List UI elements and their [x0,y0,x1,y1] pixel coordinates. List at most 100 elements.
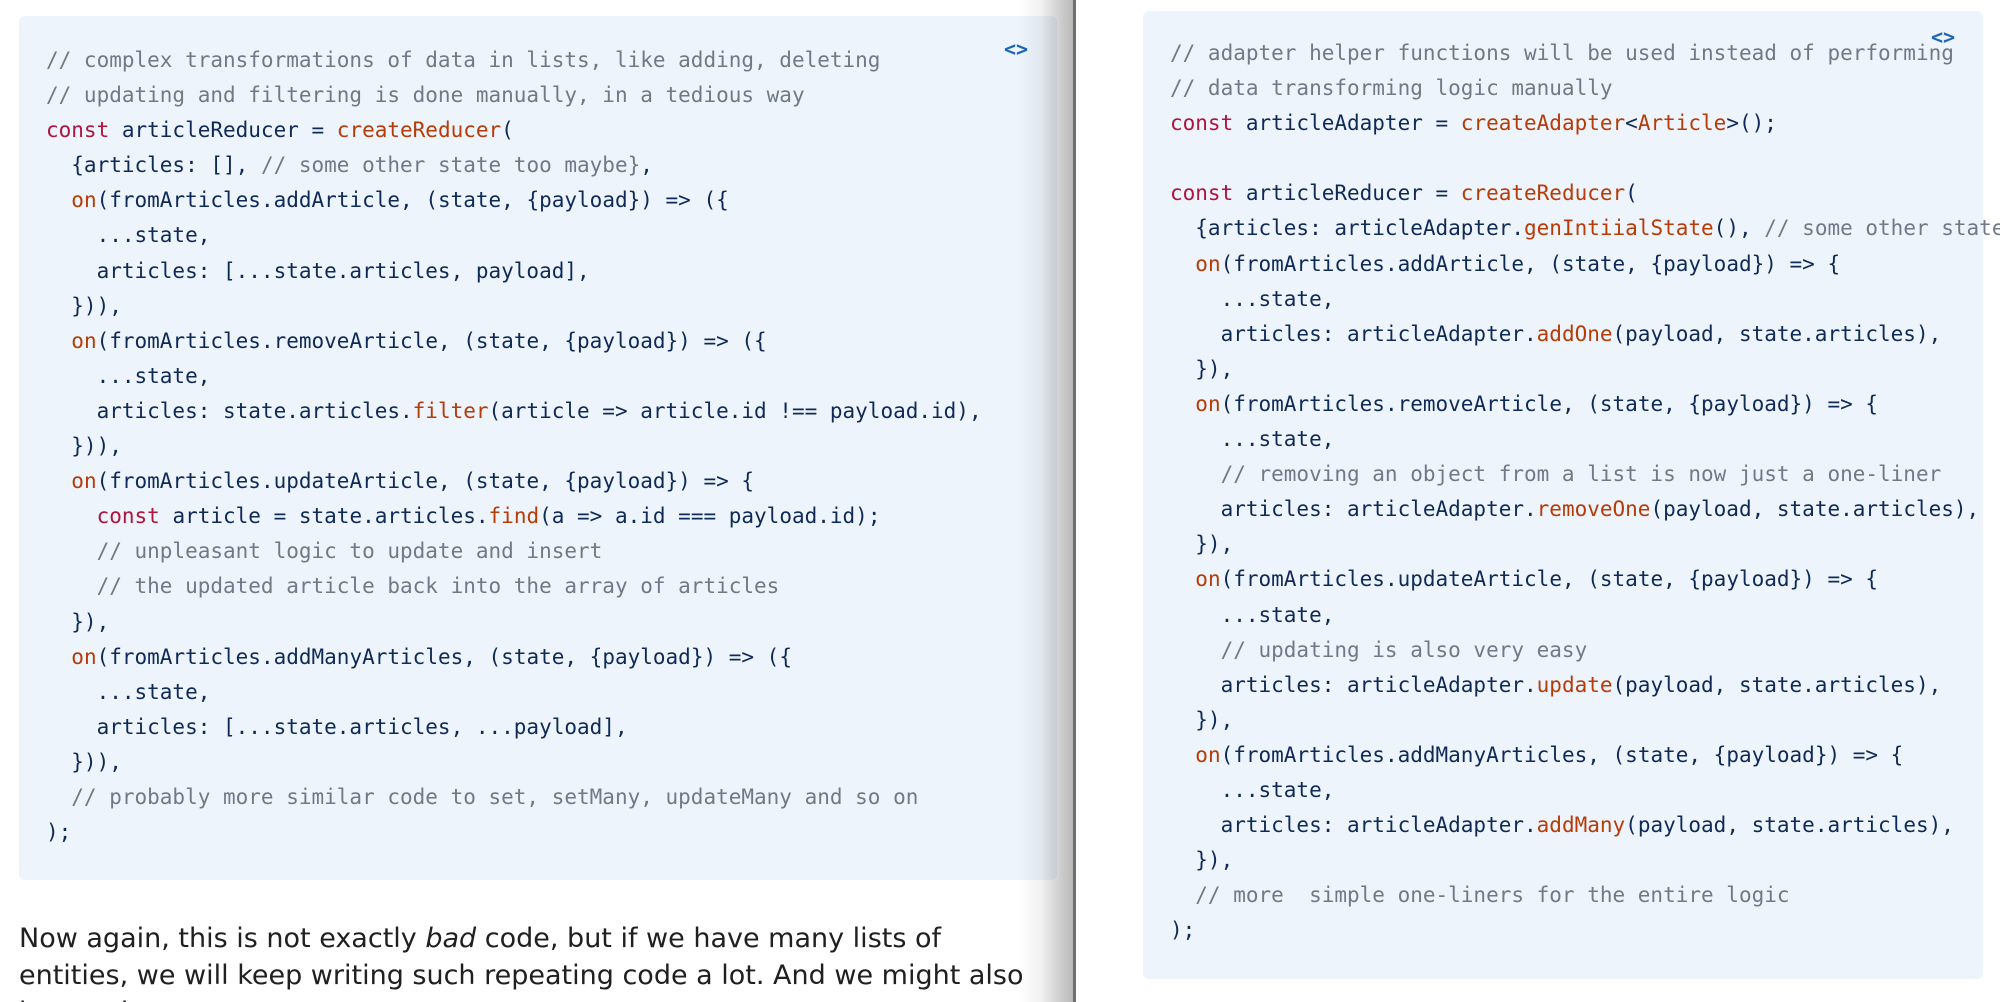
code-token: ); [46,820,72,845]
code-token: (payload, state.articles), [1612,321,1942,346]
code-line: on(fromArticles.updateArticle, (state, {… [1170,562,2000,597]
code-line: ...state, [1170,422,2000,457]
code-token: < [1625,111,1638,136]
code-line: ...state, [46,359,982,394]
code-token: // updating and filtering is done manual… [46,83,805,108]
code-token: (payload, state.articles), [1612,672,1942,697]
code-token: articles: [...state.articles, payload], [46,258,590,283]
code-token: (a => a.id === payload.id); [539,504,881,529]
code-token: (article => article.id !== payload.id), [488,398,982,423]
code-token: find [488,504,540,529]
code-token: addOne [1536,321,1613,346]
code-token: (fromArticles.updateArticle, (state, {pa… [96,469,755,494]
code-token: ( [501,118,514,143]
code-token: })), [46,434,122,459]
code-line: })), [46,745,982,780]
code-token: >(); [1726,111,1777,136]
code-token: // some other state too maybe} [260,153,641,178]
code-line: on(fromArticles.removeArticle, (state, {… [1170,387,2000,422]
code-token: articles: articleAdapter. [1170,497,1537,522]
code-line: const articleAdapter = createAdapter<Art… [1170,106,2000,141]
code-line: })), [46,289,982,324]
code-token: article = state.articles. [159,504,489,529]
code-token: createAdapter [1460,111,1626,136]
code-token: const [46,118,110,143]
code-line: on(fromArticles.addManyArticles, (state,… [46,640,982,675]
code-token: createReducer [1460,181,1626,206]
code-token: articleAdapter = [1233,111,1461,136]
code-toggle-icon[interactable]: <> [1004,37,1028,61]
code-line: const article = state.articles.find(a =>… [46,499,982,534]
code-token: // probably more similar code to set, se… [46,784,919,809]
pane-divider[interactable] [1073,0,1076,1002]
code-token: }), [1170,356,1234,381]
code-token: ...state, [46,223,211,248]
code-token: })), [46,293,122,318]
code-token: articleReducer = [109,118,337,143]
code-token: genIntiialState [1524,216,1714,241]
code-token: Article [1637,111,1727,136]
code-line: articles: articleAdapter.update(payload,… [1170,668,2000,703]
code-token: {articles: articleAdapter. [1170,216,1525,241]
code-token: , [640,153,653,178]
code-line: }), [1170,352,2000,387]
code-token: // some other state too [1764,216,2000,241]
code-token: (fromArticles.addArticle, (state, {paylo… [96,188,729,213]
code-line: // probably more similar code to set, se… [46,780,982,815]
code-token: on [1195,251,1221,276]
code-line: ...state, [1170,773,2000,808]
code-token: // adapter helper functions will be used… [1170,41,1954,65]
code-token: // complex transformations of data in li… [46,48,881,72]
code-line: articles: articleAdapter.addMany(payload… [1170,808,2000,843]
code-line: // unpleasant logic to update and insert [46,534,982,569]
code-token: ...state, [46,679,211,704]
code-block-after: <> // adapter helper functions will be u… [1143,11,2000,979]
code-token: const [1170,111,1234,136]
code-line: // updating is also very easy [1170,633,2000,668]
code-line: // complex transformations of data in li… [46,43,982,78]
code-token: (fromArticles.removeArticle, (state, {pa… [1220,391,1879,416]
code-line: {articles: [], // some other state too m… [46,148,982,183]
code-token: createReducer [336,118,502,143]
code-line: // the updated article back into the arr… [46,569,982,604]
code-token: removeOne [1536,497,1651,522]
code-token: on [71,328,97,353]
code-token: (fromArticles.removeArticle, (state, {pa… [96,328,767,353]
code-token: articles: articleAdapter. [1170,321,1537,346]
code-line: on(fromArticles.removeArticle, (state, {… [46,324,982,359]
code-line: articles: [...state.articles, ...payload… [46,710,982,745]
code-line: ); [1170,913,2000,948]
code-token: (fromArticles.addManyArticles, (state, {… [1220,742,1904,767]
code-content: // adapter helper functions will be used… [1170,36,2000,948]
code-line: // removing an object from a list is now… [1170,457,2000,492]
code-block-before: <> // complex transformations of data in… [19,16,1057,880]
code-token: // more simple one-liners for the entire… [1170,883,1790,908]
code-token: }), [1170,848,1234,873]
code-line: }), [1170,703,2000,738]
code-token: ...state, [1170,286,1335,311]
code-line: // more simple one-liners for the entire… [1170,878,2000,913]
code-token: articles: articleAdapter. [1170,672,1537,697]
code-token: ( [1625,181,1638,206]
code-token: ...state, [1170,427,1335,452]
code-line: articles: state.articles.filter(article … [46,394,982,429]
paragraph-text: Now again, this is not exactly [19,923,426,954]
code-token: // data transforming logic manually [1170,76,1613,101]
code-line: on(fromArticles.addManyArticles, (state,… [1170,738,2000,773]
code-line: const articleReducer = createReducer( [46,113,982,148]
code-token: articles: [...state.articles, ...payload… [46,714,628,739]
code-line: // adapter helper functions will be used… [1170,36,2000,71]
code-line: }), [1170,527,2000,562]
code-token: ...state, [1170,602,1335,627]
code-line: // updating and filtering is done manual… [46,78,982,113]
code-line: on(fromArticles.addArticle, (state, {pay… [46,183,982,218]
code-token: articles: articleAdapter. [1170,813,1537,838]
code-line: on(fromArticles.updateArticle, (state, {… [46,464,982,499]
code-line: {articles: articleAdapter.genIntiialStat… [1170,211,2000,246]
